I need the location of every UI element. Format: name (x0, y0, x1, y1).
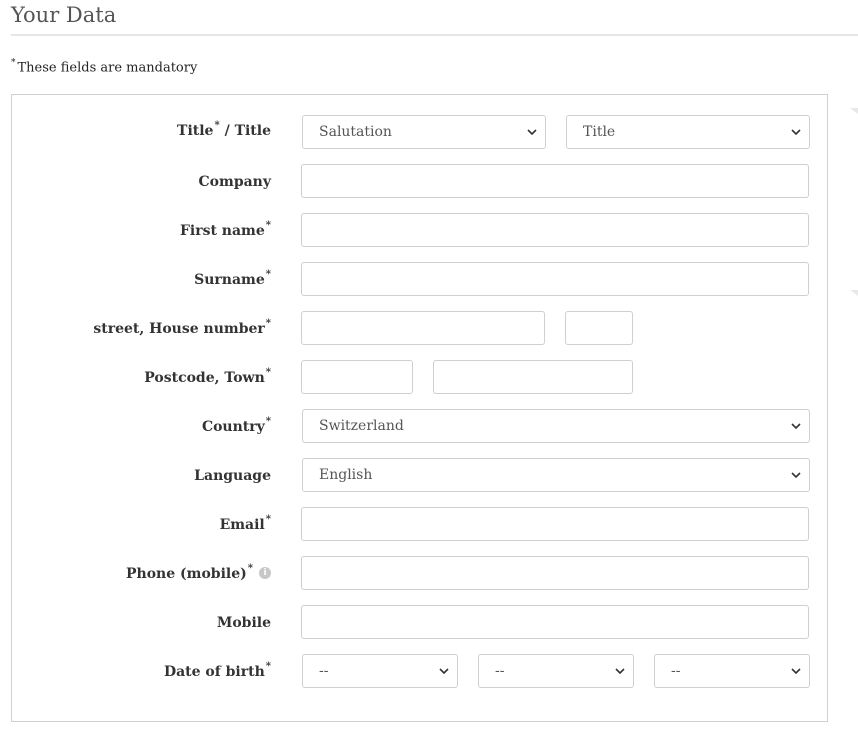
edge-mark-icon (850, 290, 858, 296)
house-number-input[interactable] (565, 311, 633, 345)
company-input[interactable] (301, 164, 809, 198)
heading-divider (11, 34, 858, 36)
page-title: Your Data (11, 3, 117, 27)
street-input[interactable] (301, 311, 545, 345)
surname-input[interactable] (301, 262, 809, 296)
first-name-label: First name* (179, 220, 271, 239)
edge-mark-icon (850, 108, 858, 114)
info-icon[interactable]: i (259, 567, 271, 579)
country-label: Country* (201, 416, 271, 435)
title-label: Title* / Title (177, 120, 271, 139)
chevron-down-icon (791, 668, 801, 675)
chevron-down-icon (791, 129, 801, 136)
email-label: Email* (219, 514, 271, 533)
country-value: Switzerland (319, 418, 404, 434)
language-select[interactable]: English (302, 458, 810, 492)
postcode-input[interactable] (301, 360, 413, 394)
mobile-input[interactable] (301, 605, 809, 639)
mandatory-star: * (11, 58, 16, 68)
surname-label: Surname* (194, 269, 271, 288)
language-label: Language (194, 468, 271, 484)
mandatory-note: * These fields are mandatory (11, 58, 198, 76)
salutation-value: Salutation (319, 124, 392, 140)
phone-input[interactable] (301, 556, 809, 590)
dob-month-select[interactable]: -- (478, 654, 634, 688)
chevron-down-icon (527, 129, 537, 136)
dob-day-value: -- (319, 663, 329, 679)
mobile-label: Mobile (216, 615, 271, 631)
country-select[interactable]: Switzerland (302, 409, 810, 443)
chevron-down-icon (615, 668, 625, 675)
town-input[interactable] (433, 360, 633, 394)
chevron-down-icon (791, 472, 801, 479)
phone-label: Phone (mobile)* i (126, 563, 271, 586)
dob-month-value: -- (495, 663, 505, 679)
chevron-down-icon (439, 668, 449, 675)
chevron-down-icon (791, 423, 801, 430)
street-label: street, House number* (93, 318, 271, 337)
mandatory-note-text: These fields are mandatory (17, 60, 198, 76)
dob-label: Date of birth* (163, 661, 271, 680)
company-label: Company (198, 174, 271, 190)
salutation-select[interactable]: Salutation (302, 115, 546, 149)
dob-year-value: -- (671, 663, 681, 679)
email-input[interactable] (301, 507, 809, 541)
dob-day-select[interactable]: -- (302, 654, 458, 688)
language-value: English (319, 467, 373, 483)
first-name-input[interactable] (301, 213, 809, 247)
academic-title-value: Title (583, 124, 616, 140)
dob-year-select[interactable]: -- (654, 654, 810, 688)
academic-title-select[interactable]: Title (566, 115, 810, 149)
postcode-label: Postcode, Town* (144, 367, 271, 386)
